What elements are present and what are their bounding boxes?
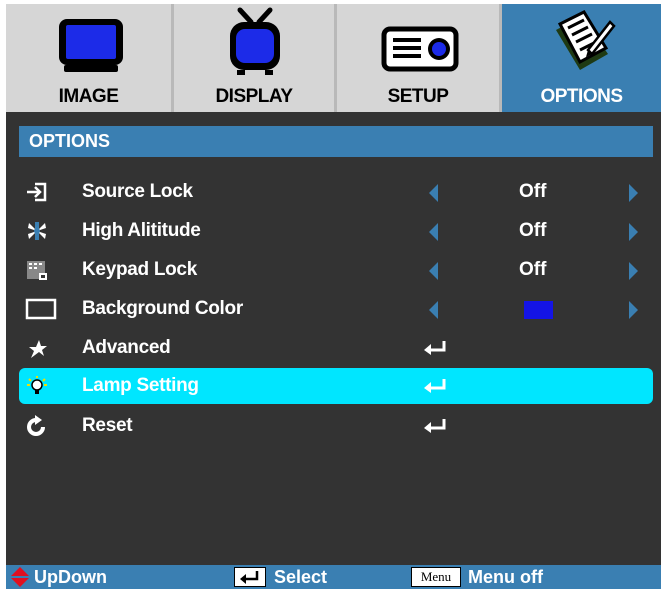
left-arrow-icon[interactable] xyxy=(429,184,438,202)
menu-item-label: Source Lock xyxy=(82,181,193,202)
updown-arrow-icon xyxy=(11,567,29,587)
right-arrow-icon[interactable] xyxy=(629,223,638,241)
left-arrow-icon[interactable] xyxy=(429,223,438,241)
tab-setup[interactable]: SETUP xyxy=(337,4,502,112)
tab-label: DISPLAY xyxy=(215,86,293,107)
footer-select-label: Select xyxy=(274,567,328,587)
menu-item-background-color[interactable]: Background Color xyxy=(19,291,653,327)
section-title: OPTIONS xyxy=(29,131,111,151)
menu-key-icon: Menu xyxy=(411,567,461,587)
footer-updown-label: UpDown xyxy=(34,567,107,587)
monitor-icon xyxy=(55,17,127,75)
fan-icon xyxy=(25,220,49,242)
left-arrow-icon[interactable] xyxy=(429,262,438,280)
projector-osd-menu: IMAGE DISPLAY SETUP OPTIONS OPTIONS Sour… xyxy=(6,4,661,589)
right-arrow-icon[interactable] xyxy=(629,262,638,280)
tab-display[interactable]: DISPLAY xyxy=(174,4,337,112)
projector-icon xyxy=(381,26,459,72)
footer-bar: UpDown Select Menu Menu off xyxy=(6,565,661,589)
enter-icon[interactable] xyxy=(422,378,449,394)
tab-label: IMAGE xyxy=(58,86,119,107)
menu-item-high-altitude[interactable]: High Alititude Off xyxy=(19,213,653,249)
tab-image[interactable]: IMAGE xyxy=(6,4,174,112)
menu-item-lamp-setting[interactable]: Lamp Setting xyxy=(19,368,653,404)
refresh-icon xyxy=(25,415,49,437)
menu-item-value: Off xyxy=(519,259,547,280)
menu-item-label: Lamp Setting xyxy=(82,375,199,396)
menu-item-source-lock[interactable]: Source Lock Off xyxy=(19,174,653,210)
menu-item-label: Keypad Lock xyxy=(82,259,197,280)
menu-item-label: High Alititude xyxy=(82,220,201,241)
star-icon xyxy=(25,337,49,359)
tab-bar: IMAGE DISPLAY SETUP OPTIONS xyxy=(6,4,661,112)
footer-menu-off-label: Menu off xyxy=(468,567,543,587)
tab-label: OPTIONS xyxy=(540,86,623,107)
right-arrow-icon[interactable] xyxy=(629,184,638,202)
tab-label: SETUP xyxy=(387,86,449,107)
rectangle-icon xyxy=(25,298,57,320)
notepad-pen-icon xyxy=(548,10,616,76)
enter-key-icon xyxy=(234,567,266,587)
menu-item-reset[interactable]: Reset xyxy=(19,408,653,444)
enter-icon[interactable] xyxy=(422,418,449,434)
menu-item-value: Off xyxy=(519,181,547,202)
color-swatch xyxy=(524,301,553,319)
keypad-icon xyxy=(25,259,49,281)
menu-item-value: Off xyxy=(519,220,547,241)
left-arrow-icon[interactable] xyxy=(429,301,438,319)
source-input-icon xyxy=(25,181,49,203)
tv-icon xyxy=(224,7,286,77)
lightbulb-icon xyxy=(25,375,49,397)
menu-item-label: Advanced xyxy=(82,337,171,358)
enter-icon[interactable] xyxy=(422,340,449,356)
menu-item-label: Reset xyxy=(82,415,133,436)
section-header: OPTIONS xyxy=(19,126,653,157)
right-arrow-icon[interactable] xyxy=(629,301,638,319)
menu-item-keypad-lock[interactable]: Keypad Lock Off xyxy=(19,252,653,288)
menu-item-advanced[interactable]: Advanced xyxy=(19,330,653,366)
tab-options[interactable]: OPTIONS xyxy=(502,4,661,112)
menu-item-label: Background Color xyxy=(82,298,243,319)
